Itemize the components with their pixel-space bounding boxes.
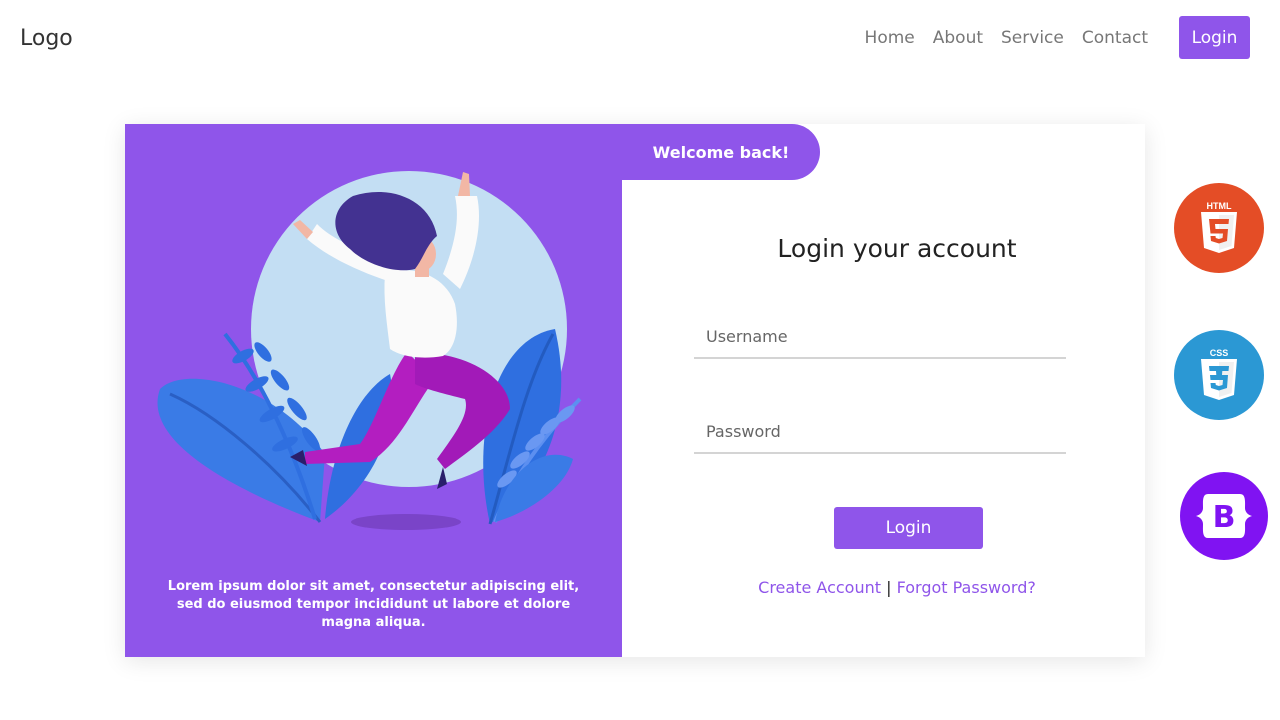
jumping-woman-illustration — [157, 171, 582, 530]
welcome-tab: Welcome back! — [622, 124, 820, 180]
account-links: Create Account | Forgot Password? — [622, 578, 1172, 597]
password-input[interactable] — [694, 410, 1066, 454]
bootstrap-label: B — [1213, 500, 1236, 535]
css3-icon: CSS — [1174, 330, 1264, 420]
login-form-panel: Welcome back! Login your account Login C… — [622, 124, 1145, 657]
illustration-panel: Lorem ipsum dolor sit amet, consectetur … — [125, 124, 622, 657]
nav-link-about[interactable]: About — [933, 28, 983, 48]
html5-icon: HTML — [1174, 183, 1264, 273]
nav-link-service[interactable]: Service — [1001, 28, 1064, 48]
links-separator: | — [886, 578, 892, 597]
nav-login-button[interactable]: Login — [1179, 16, 1250, 59]
css-label: CSS — [1210, 348, 1229, 358]
forgot-password-link[interactable]: Forgot Password? — [897, 578, 1036, 597]
nav-link-home[interactable]: Home — [865, 28, 915, 48]
form-title: Login your account — [777, 234, 1017, 263]
navbar: Logo Home About Service Contact Login — [0, 0, 1280, 78]
login-submit-button[interactable]: Login — [834, 507, 983, 549]
nav-links: Home About Service Contact — [865, 28, 1148, 48]
illustration-caption: Lorem ipsum dolor sit amet, consectetur … — [167, 579, 580, 630]
html-label: HTML — [1207, 201, 1232, 211]
login-card: Lorem ipsum dolor sit amet, consectetur … — [125, 124, 1145, 657]
site-logo[interactable]: Logo — [20, 26, 73, 51]
username-input[interactable] — [694, 315, 1066, 359]
create-account-link[interactable]: Create Account — [758, 578, 881, 597]
bootstrap-icon: B — [1180, 472, 1268, 560]
nav-link-contact[interactable]: Contact — [1082, 28, 1148, 48]
